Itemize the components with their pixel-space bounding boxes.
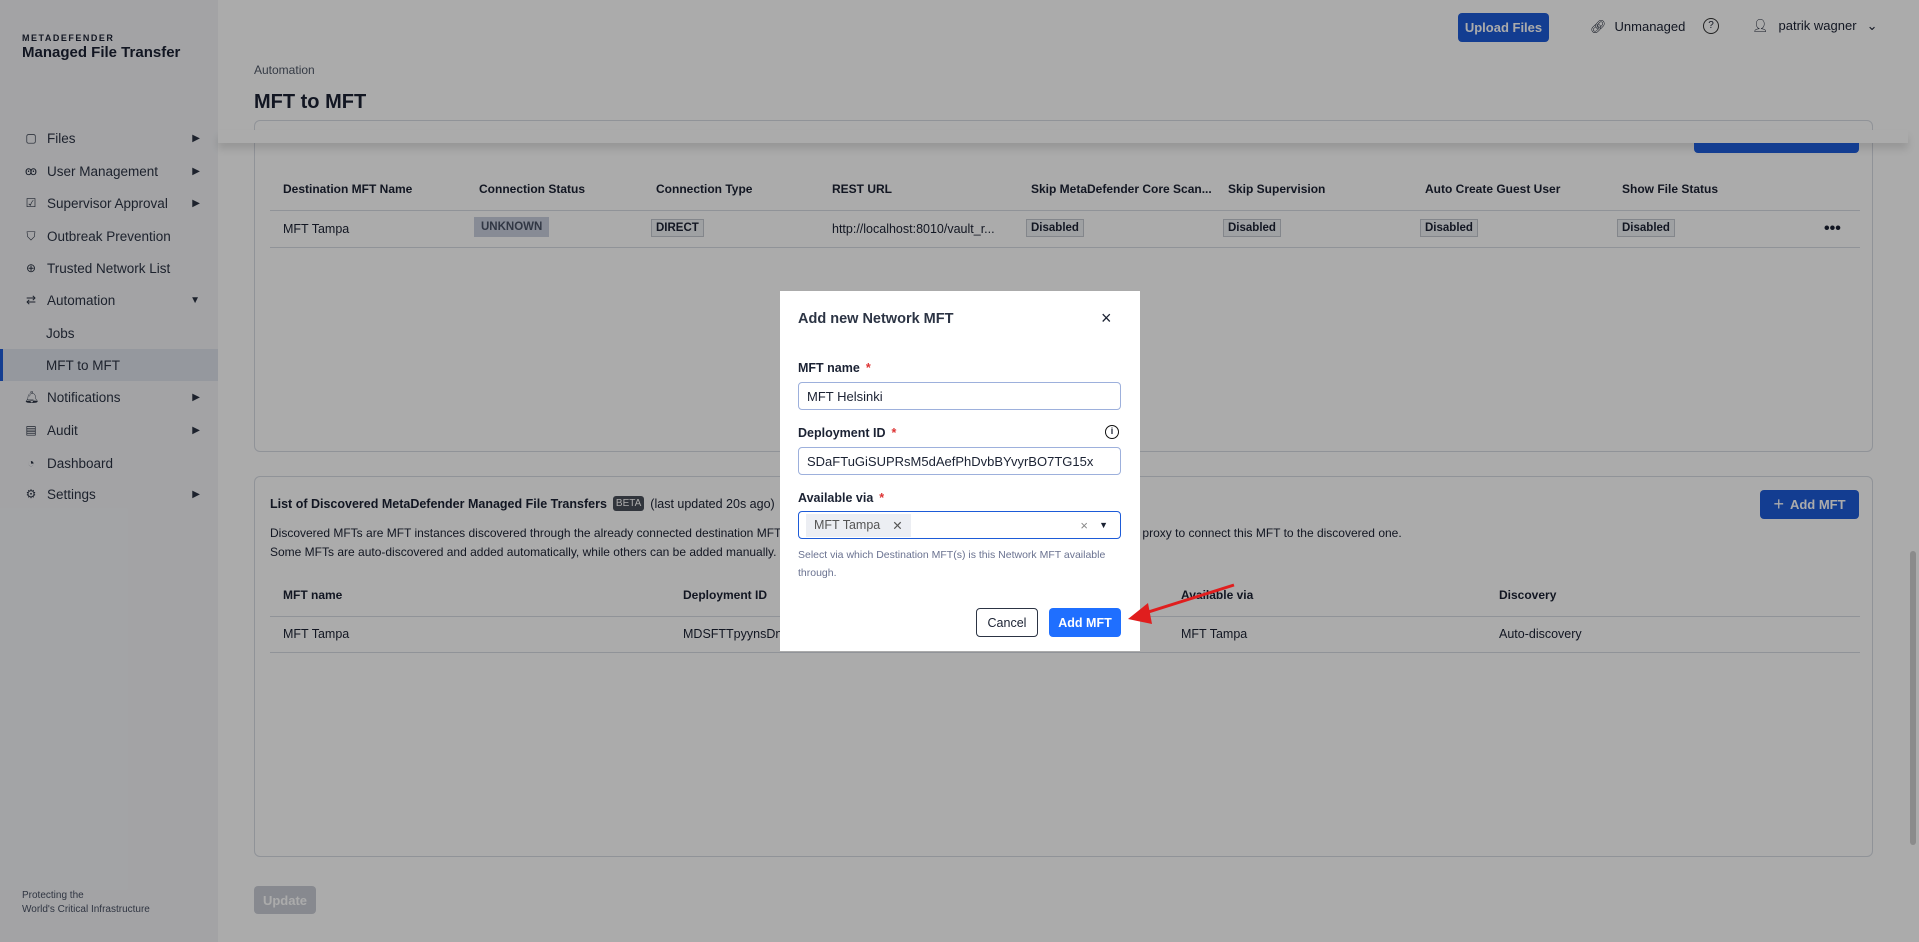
arrow-shaft (1141, 583, 1235, 616)
annotation-arrow (1128, 583, 1235, 624)
arrow-head-icon (1128, 603, 1152, 624)
